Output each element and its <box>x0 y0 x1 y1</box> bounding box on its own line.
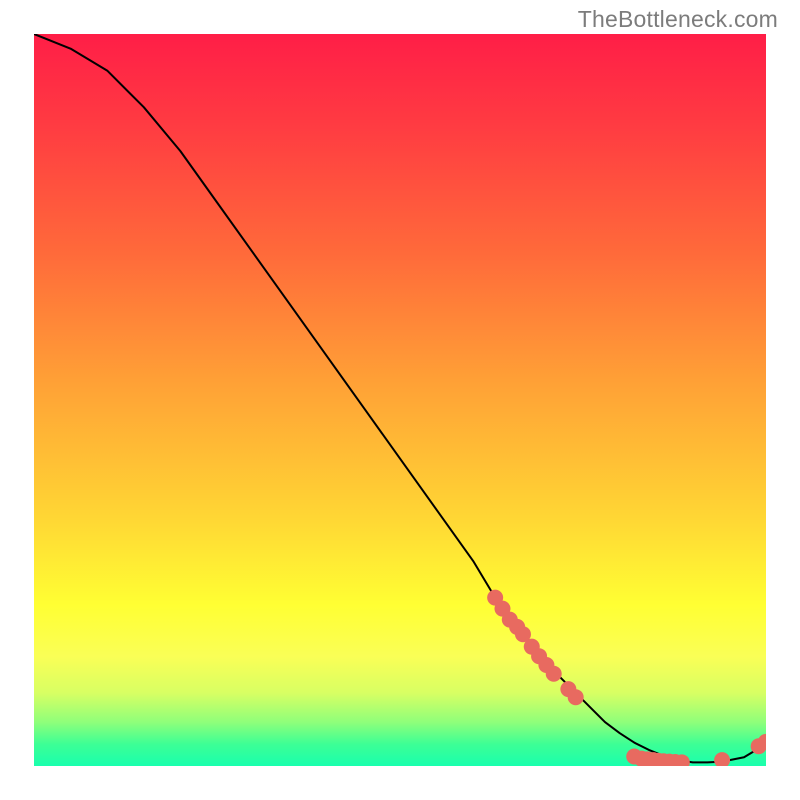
data-point <box>546 666 562 682</box>
attribution-text: TheBottleneck.com <box>578 6 778 33</box>
data-markers <box>487 590 766 766</box>
plot-area <box>34 34 766 766</box>
data-point <box>568 689 584 705</box>
curve-line <box>34 34 766 762</box>
curve-path <box>34 34 766 762</box>
chart-svg <box>34 34 766 766</box>
chart-container: TheBottleneck.com <box>0 0 800 800</box>
data-point <box>714 752 730 766</box>
